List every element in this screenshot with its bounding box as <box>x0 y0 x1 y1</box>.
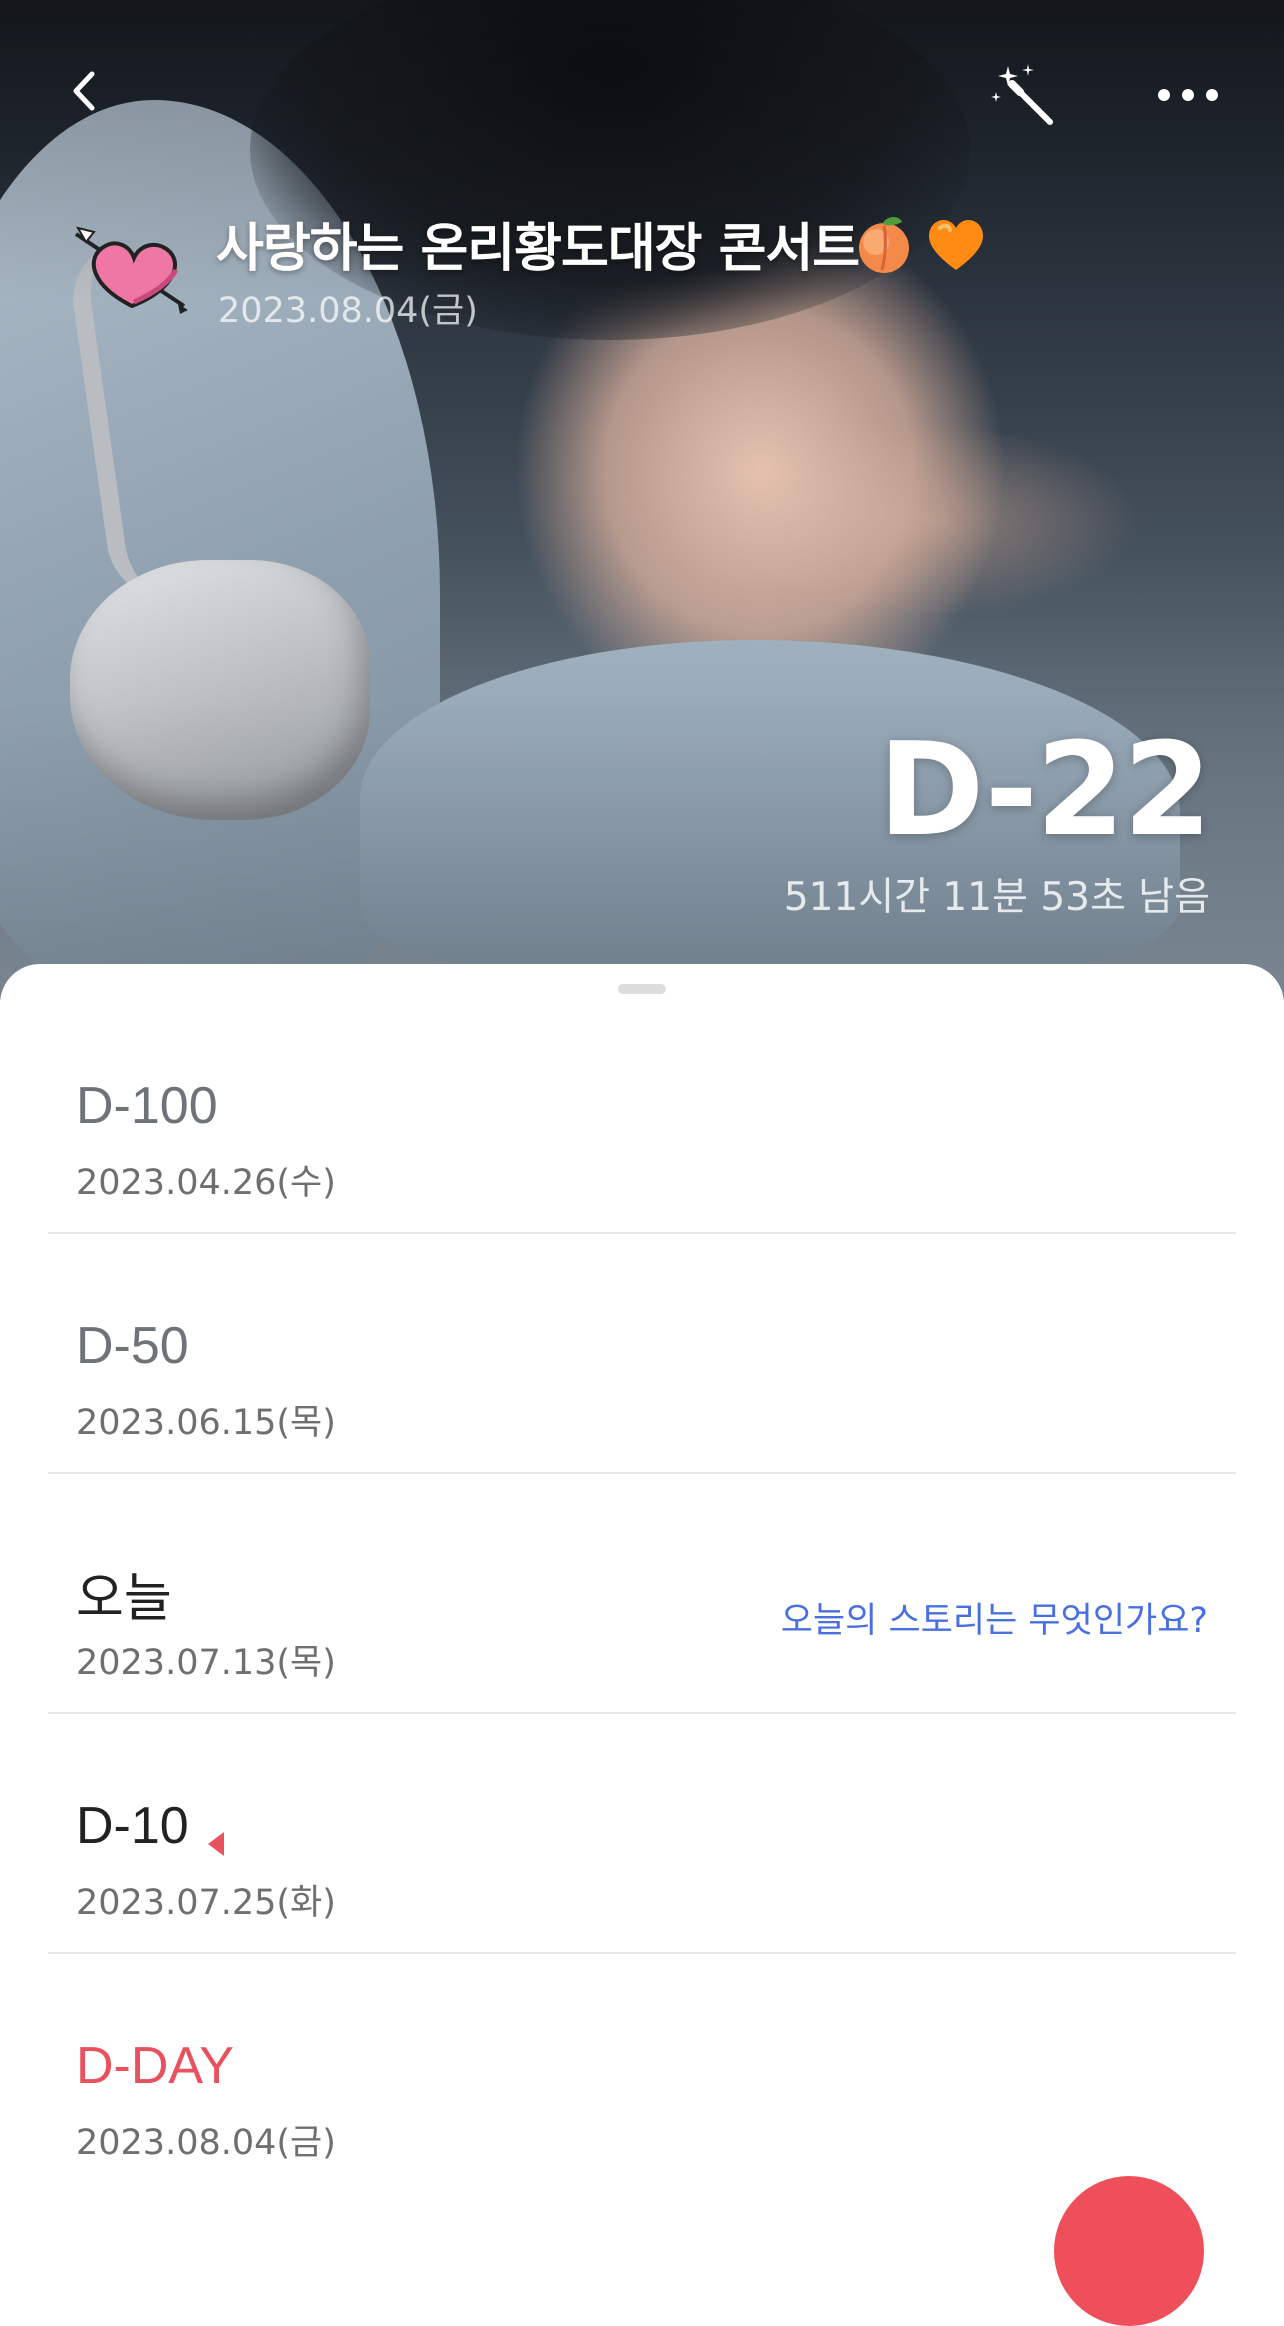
peach-emoji <box>852 212 916 276</box>
heart-arrow-icon <box>72 220 192 320</box>
milestone-row[interactable]: D-100 2023.04.26(수) <box>48 994 1236 1234</box>
milestone-row-today[interactable]: 오늘 2023.07.13(목) 오늘의 스토리는 무엇인가요? <box>48 1474 1236 1714</box>
milestone-label: D-50 <box>76 1317 189 1375</box>
dday-counter: D-22 <box>878 716 1212 865</box>
milestone-date: 2023.07.25(화) <box>76 1883 336 1923</box>
sheet-drag-handle[interactable] <box>618 984 666 994</box>
milestone-date: 2023.07.13(목) <box>76 1643 336 1683</box>
milestone-row[interactable]: D-50 2023.06.15(목) <box>48 1234 1236 1474</box>
orange-heart-emoji <box>924 212 988 276</box>
milestone-row[interactable]: D-DAY 2023.08.04(금) <box>48 1954 1236 2194</box>
milestone-label: 오늘 <box>76 1570 172 1628</box>
milestone-sheet: D-100 2023.04.26(수) D-50 2023.06.15(목) 오… <box>0 964 1284 2211</box>
milestone-label: D-DAY <box>76 2037 234 2095</box>
magic-wand-icon <box>991 64 1053 125</box>
milestone-date: 2023.04.26(수) <box>76 1163 336 1203</box>
current-position-marker-icon <box>208 1832 224 1856</box>
event-date: 2023.08.04(금) <box>218 291 478 331</box>
chevron-left-icon <box>73 71 95 111</box>
milestone-date: 2023.08.04(금) <box>76 2123 336 2163</box>
back-button[interactable] <box>62 66 112 116</box>
more-horizontal-icon <box>1158 89 1218 101</box>
floating-action-button[interactable] <box>1054 2176 1204 2326</box>
milestone-label: D-10 <box>76 1797 189 1855</box>
time-remaining: 511시간 11분 53초 남음 <box>783 875 1210 920</box>
milestone-label: D-100 <box>76 1077 218 1135</box>
decorate-button[interactable] <box>990 62 1060 132</box>
milestone-date: 2023.06.15(목) <box>76 1403 336 1443</box>
event-title: 사랑하는 온리황도대장 콘서트 <box>216 219 860 279</box>
more-options-button[interactable] <box>1150 70 1230 120</box>
story-prompt-link[interactable]: 오늘의 스토리는 무엇인가요? <box>781 1592 1208 1643</box>
milestone-row[interactable]: D-10 2023.07.25(화) <box>48 1714 1236 1954</box>
